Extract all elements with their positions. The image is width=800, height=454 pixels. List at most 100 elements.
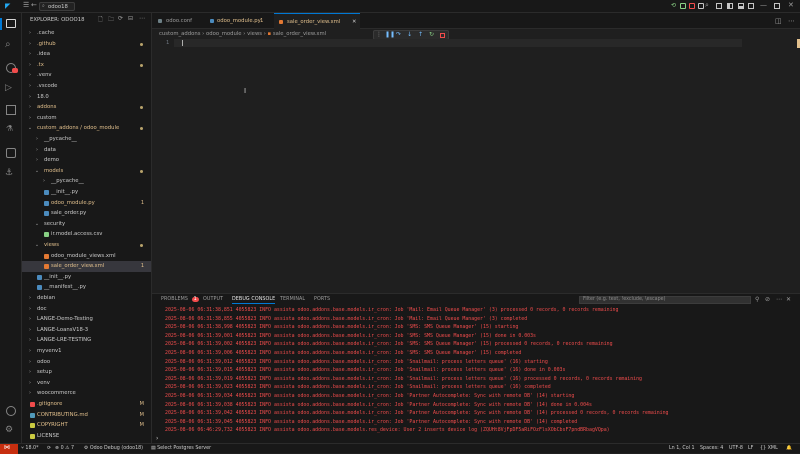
explorer-icon[interactable] bbox=[6, 19, 16, 28]
close-icon[interactable]: ✕ bbox=[788, 1, 794, 9]
tree-item[interactable]: › demo bbox=[22, 155, 151, 166]
tree-item[interactable]: COPYRIGHT M bbox=[22, 420, 151, 431]
tab-output[interactable]: OUTPUT bbox=[203, 297, 223, 302]
tree-item[interactable]: sale_order_view.xml 1 bbox=[22, 261, 151, 272]
hamburger-menu-icon[interactable]: ☰ bbox=[23, 1, 29, 9]
sync-indicator[interactable]: ⟳ bbox=[47, 445, 51, 453]
account-icon[interactable] bbox=[6, 406, 16, 416]
toggle-panel-icon[interactable] bbox=[738, 3, 744, 9]
clear-console-icon[interactable]: ⊘ bbox=[765, 296, 770, 303]
tree-item[interactable]: ir.model.access.csv bbox=[22, 229, 151, 240]
postgres-selector[interactable]: ▤ Select Postgres Server bbox=[151, 445, 211, 453]
editor-area[interactable]: custom_addons › odoo_module › views › ▪ … bbox=[152, 29, 800, 293]
tree-item[interactable]: › woocommerce bbox=[22, 388, 151, 399]
tree-item[interactable]: › .idea bbox=[22, 49, 151, 60]
step-into-icon[interactable]: ↓ bbox=[407, 31, 412, 38]
tree-item[interactable]: › doc bbox=[22, 304, 151, 315]
database-icon[interactable] bbox=[6, 148, 16, 158]
tab-odoo-module-py[interactable]: odoo_module.py 1 bbox=[204, 13, 272, 29]
tree-item[interactable]: __init__.py bbox=[22, 187, 151, 198]
tab-close-icon[interactable]: ✕ bbox=[352, 14, 356, 30]
tree-item[interactable]: › 18.0 bbox=[22, 92, 151, 103]
tree-item[interactable]: › __pycache__ bbox=[22, 134, 151, 145]
tree-item[interactable]: › venv bbox=[22, 378, 151, 389]
problems-indicator[interactable]: ⊗ 0 ⚠ 7 bbox=[55, 445, 74, 453]
drag-handle-icon[interactable]: ⋮ bbox=[376, 31, 382, 38]
pause-icon[interactable]: ❚❚ bbox=[385, 31, 395, 38]
filter-input[interactable]: Filter (e.g. text, !exclude, \escape) bbox=[579, 296, 751, 304]
git-sync-icon[interactable]: ⟲ bbox=[671, 2, 676, 9]
collapse-all-icon[interactable]: ⊟ bbox=[128, 15, 133, 22]
tree-item[interactable]: __manifest__.py bbox=[22, 282, 151, 293]
tree-item[interactable]: › data bbox=[22, 145, 151, 156]
encoding[interactable]: UTF-8 bbox=[729, 445, 743, 453]
tab-sale-order-view-xml[interactable]: sale_order_view.xml ✕ bbox=[274, 13, 360, 29]
breadcrumb-item[interactable]: odoo_module bbox=[206, 31, 242, 37]
grid-icon[interactable] bbox=[716, 3, 722, 9]
run-debug-icon[interactable]: ▷ bbox=[5, 83, 12, 93]
new-file-icon[interactable]: 🗋 bbox=[98, 15, 103, 25]
command-center-search[interactable]: ⌕ odoo18 bbox=[39, 2, 75, 11]
end-of-line[interactable]: LF bbox=[748, 445, 753, 453]
tree-item[interactable]: › LANGE-LRE-TESTING bbox=[22, 335, 151, 346]
tree-item[interactable]: odoo_module_views.xml bbox=[22, 251, 151, 262]
more-actions-icon[interactable]: ⋯ bbox=[139, 15, 145, 22]
filter-icon[interactable]: ⚲ bbox=[755, 296, 759, 303]
tree-item[interactable]: › custom bbox=[22, 113, 151, 124]
docker-icon[interactable]: ⚓ bbox=[5, 168, 13, 178]
tree-item[interactable]: › .venv bbox=[22, 70, 151, 81]
breadcrumb-item[interactable]: views bbox=[247, 31, 262, 37]
restart-icon[interactable]: ↻ bbox=[429, 31, 434, 38]
layout-icon[interactable] bbox=[748, 3, 754, 9]
step-out-icon[interactable]: ↑ bbox=[418, 31, 423, 38]
tree-item[interactable]: › myvenv1 bbox=[22, 346, 151, 357]
tree-item[interactable]: sale_order.py bbox=[22, 208, 151, 219]
refresh-icon[interactable]: ⟳ bbox=[118, 15, 123, 22]
notifications-icon[interactable]: 🔔 bbox=[786, 445, 792, 453]
tree-item[interactable]: › debian bbox=[22, 293, 151, 304]
language-mode[interactable]: {} XML bbox=[760, 445, 778, 453]
search-icon[interactable]: ⌕ bbox=[5, 39, 11, 50]
more-actions-icon[interactable]: ⋯ bbox=[788, 17, 795, 25]
tab-odoo-conf[interactable]: odoo.conf bbox=[152, 13, 202, 29]
stop-icon[interactable] bbox=[440, 33, 445, 38]
tree-item[interactable]: › LANGE-LoansV18-3 bbox=[22, 325, 151, 336]
tab-problems[interactable]: PROBLEMS 1 bbox=[161, 297, 199, 302]
tree-item[interactable]: ⌄ models bbox=[22, 166, 151, 177]
extensions-icon[interactable] bbox=[6, 105, 16, 115]
stop-debug-icon[interactable] bbox=[689, 3, 695, 9]
tree-item[interactable]: .gitignore M bbox=[22, 399, 151, 410]
window-icon[interactable] bbox=[698, 3, 704, 9]
close-panel-icon[interactable]: ✕ bbox=[786, 296, 791, 303]
extension-icon[interactable] bbox=[680, 3, 686, 9]
tree-item[interactable]: › addons bbox=[22, 102, 151, 113]
more-actions-icon[interactable]: ⋯ bbox=[776, 296, 782, 303]
breadcrumb-item[interactable]: sale_order_view.xml bbox=[273, 31, 326, 37]
debug-launch[interactable]: ⚙ Odoo Debug (odoo18) bbox=[84, 445, 143, 453]
testing-icon[interactable]: ⚗ bbox=[6, 124, 13, 133]
toggle-sidebar-icon[interactable] bbox=[727, 3, 733, 9]
tree-item[interactable]: ⌄ views bbox=[22, 240, 151, 251]
console-prompt-icon[interactable]: › bbox=[156, 435, 158, 442]
tree-item[interactable]: CONTRIBUTING.md M bbox=[22, 410, 151, 421]
tree-item[interactable]: › .cache bbox=[22, 28, 151, 39]
tree-item[interactable]: LICENSE bbox=[22, 431, 151, 442]
minimize-icon[interactable]: — bbox=[760, 1, 767, 9]
tree-item[interactable]: ⌄ custom_addons / odoo_module bbox=[22, 123, 151, 134]
branch-indicator[interactable]: ⑂ 18.0* bbox=[21, 445, 39, 453]
indentation[interactable]: Spaces: 4 bbox=[700, 445, 723, 453]
new-folder-icon[interactable]: 🗀 bbox=[108, 15, 114, 25]
tab-ports[interactable]: PORTS bbox=[314, 297, 330, 302]
tab-terminal[interactable]: TERMINAL bbox=[280, 297, 305, 302]
tree-item[interactable]: › setup bbox=[22, 367, 151, 378]
tree-item[interactable]: __init__.py bbox=[22, 272, 151, 283]
tab-debug-console[interactable]: DEBUG CONSOLE bbox=[232, 297, 276, 304]
tree-item[interactable]: › LANGE-Demo-Testing bbox=[22, 314, 151, 325]
gear-icon[interactable]: ⚙ bbox=[5, 425, 13, 435]
arrow-left-icon[interactable]: ← bbox=[31, 1, 37, 9]
breadcrumb-item[interactable]: custom_addons bbox=[159, 31, 200, 37]
split-editor-icon[interactable]: ◫ bbox=[775, 17, 782, 25]
tree-item[interactable]: odoo_module.py 1 bbox=[22, 198, 151, 209]
tree-item[interactable]: › .github bbox=[22, 39, 151, 50]
tree-item[interactable]: › .vscode bbox=[22, 81, 151, 92]
